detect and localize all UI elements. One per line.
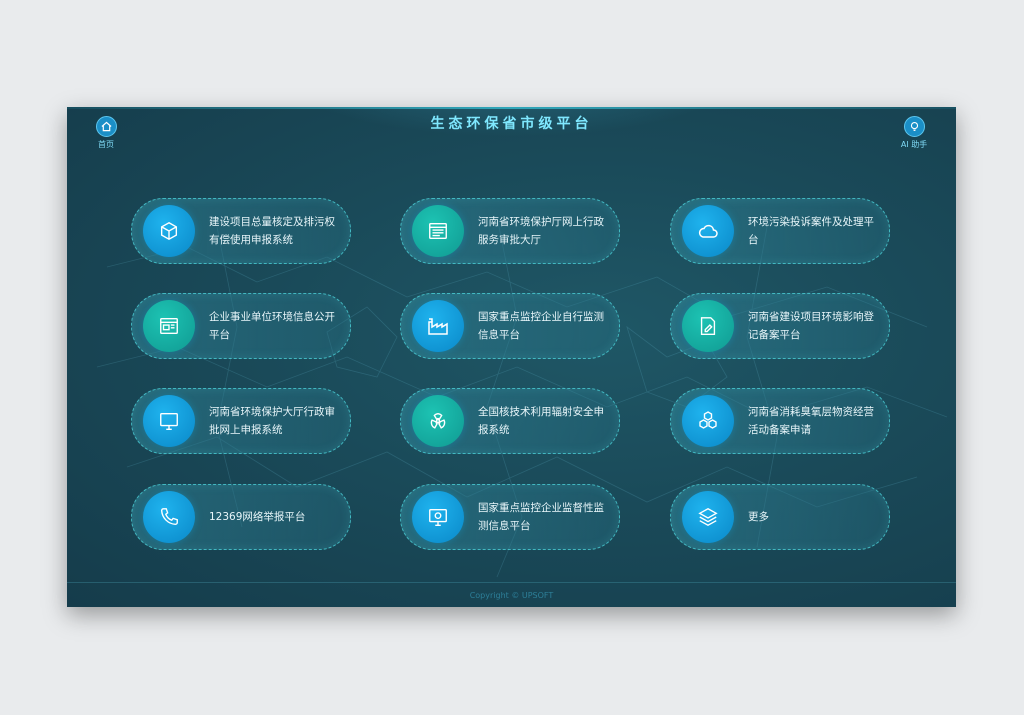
phone-icon bbox=[143, 491, 195, 543]
card-label: 河南省环境保护厅网上行政服务审批大厅 bbox=[478, 216, 604, 246]
card-supervisory-monitoring[interactable]: 国家重点监控企业监督性监测信息平台 bbox=[400, 484, 620, 550]
footer-divider bbox=[67, 582, 956, 583]
card-online-approval-hall[interactable]: 河南省环境保护厅网上行政服务审批大厅 bbox=[400, 198, 620, 264]
card-info-disclosure[interactable]: 企业事业单位环境信息公开平台 bbox=[131, 293, 351, 359]
page-title: 生态环保省市级平台 bbox=[430, 116, 593, 132]
display-camera-icon bbox=[412, 491, 464, 543]
card-12369-report[interactable]: 12369网络举报平台 bbox=[131, 484, 351, 550]
card-label: 环境污染投诉案件及处理平台 bbox=[748, 216, 874, 246]
molecule-icon bbox=[682, 395, 734, 447]
monitor-icon bbox=[143, 395, 195, 447]
card-label: 企业事业单位环境信息公开平台 bbox=[209, 311, 335, 341]
card-label: 河南省消耗臭氧层物资经营活动备案申请 bbox=[748, 406, 874, 436]
ai-assistant-button[interactable]: AI 助手 bbox=[894, 116, 934, 150]
copyright-text: Copyright © UPSOFT bbox=[469, 591, 554, 600]
home-nav-button[interactable]: 首页 bbox=[86, 116, 126, 150]
cloud-icon bbox=[682, 205, 734, 257]
document-edit-icon bbox=[682, 300, 734, 352]
header-accent-line bbox=[67, 107, 956, 109]
cube-icon bbox=[143, 205, 195, 257]
card-self-monitoring[interactable]: 国家重点监控企业自行监测信息平台 bbox=[400, 293, 620, 359]
card-complaint-platform[interactable]: 环境污染投诉案件及处理平台 bbox=[670, 198, 890, 264]
home-label: 首页 bbox=[98, 140, 114, 149]
window-icon bbox=[412, 205, 464, 257]
card-label: 建设项目总量核定及排污权有偿使用申报系统 bbox=[209, 216, 335, 246]
card-eia-registration[interactable]: 河南省建设项目环境影响登记备案平台 bbox=[670, 293, 890, 359]
card-label: 更多 bbox=[748, 511, 769, 523]
card-label: 国家重点监控企业自行监测信息平台 bbox=[478, 311, 604, 341]
card-pollution-rights-system[interactable]: 建设项目总量核定及排污权有偿使用申报系统 bbox=[131, 198, 351, 264]
home-icon bbox=[95, 116, 117, 137]
card-admin-approval-online[interactable]: 河南省环境保护大厅行政审批网上申报系统 bbox=[131, 388, 351, 454]
card-more[interactable]: 更多 bbox=[670, 484, 890, 550]
factory-icon bbox=[412, 300, 464, 352]
card-label: 全国核技术利用辐射安全申报系统 bbox=[478, 406, 604, 436]
app-screen: 生态环保省市级平台 首页 AI 助手 建设项目总量核定及排污权有偿使用申报系统 … bbox=[67, 107, 956, 607]
radiation-icon bbox=[412, 395, 464, 447]
card-ozone-substances[interactable]: 河南省消耗臭氧层物资经营活动备案申请 bbox=[670, 388, 890, 454]
card-label: 国家重点监控企业监督性监测信息平台 bbox=[478, 502, 604, 532]
card-radiation-safety[interactable]: 全国核技术利用辐射安全申报系统 bbox=[400, 388, 620, 454]
browser-icon bbox=[143, 300, 195, 352]
lightbulb-icon bbox=[903, 116, 925, 137]
ai-assistant-label: AI 助手 bbox=[900, 140, 928, 149]
layers-icon bbox=[682, 491, 734, 543]
card-label: 河南省建设项目环境影响登记备案平台 bbox=[748, 311, 874, 341]
card-label: 12369网络举报平台 bbox=[209, 511, 306, 523]
card-label: 河南省环境保护大厅行政审批网上申报系统 bbox=[209, 406, 335, 436]
